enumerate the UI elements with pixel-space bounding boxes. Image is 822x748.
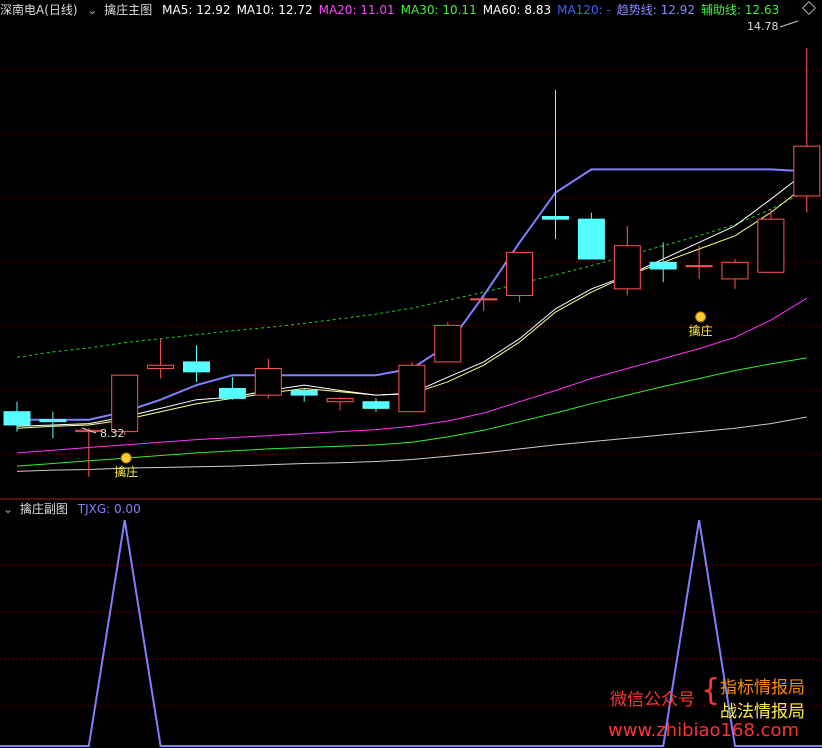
watermark-line2: 战法情报局 [720,702,805,722]
ma-legend-item: MA20: 11.01 [318,3,395,17]
ma-legend-item: MA60: 8.83 [482,3,552,17]
candle-body [3,411,31,426]
ma-legend-item: MA30: 10.11 [400,3,477,17]
candle-body [542,216,569,220]
main-collapse-icon[interactable]: ⌄ [87,3,97,17]
high-price-label: 14.78 [747,20,779,33]
ma-legend: MA5: 12.92 MA10: 12.72 MA20: 11.01 MA30: 10… [162,3,785,17]
chart-canvas[interactable]: 擒庄擒庄 14.78 8.32 [0,0,822,748]
candle-body [39,419,67,423]
tjxg-value: TJXG: 0.00 [77,502,141,516]
candle-body [254,368,282,396]
candle-body [326,397,354,403]
signal-label: 擒庄 [689,323,713,338]
candle-body [613,245,641,290]
candle-body [577,218,605,260]
ma-legend-item: MA120: - [557,3,611,17]
watermark-line1: 指标情报局 [720,678,805,698]
ma-legend-item: 辅助线: 12.63 [701,3,780,17]
sub-indicator-name[interactable]: 擒庄副图 [20,502,68,516]
watermark-url: www.zhibiao168.com [608,720,800,741]
candle-body [470,298,498,301]
sub-collapse-icon[interactable]: ⌄ [3,502,13,516]
candle-body [183,361,210,373]
low-price-label: 8.32 [100,427,125,440]
ma-legend-item: MA10: 12.72 [236,3,313,17]
candle-body [290,389,318,396]
candle-body [362,401,390,409]
candle-body [685,265,713,268]
main-indicator-name[interactable]: 擒庄主图 [104,3,152,17]
candle-body [147,364,175,370]
sub-header: ⌄ 擒庄副图 TJXG: 0.00 [0,499,822,519]
ma-legend-item: MA5: 12.92 [162,3,231,17]
watermark-brace: { [701,673,721,708]
candle-body [434,324,462,363]
candle-body [721,261,749,280]
candle-body [398,364,426,413]
candle-body [506,251,534,297]
candle-body [111,374,139,433]
candle-body [649,261,677,270]
main-header: 深南电A(日线) ⌄ 擒庄主图 MA5: 12.92 MA10: 12.72 MA2… [0,0,822,20]
ma-legend-item: 趋势线: 12.92 [616,3,695,17]
signal-label: 擒庄 [114,464,138,479]
money-bag-icon [120,452,132,464]
stock-name: 深南电A(日线) [0,3,78,17]
candle-body [793,145,821,197]
watermark-left: 微信公众号 [610,690,695,710]
candle-body [757,218,785,273]
candle-body [218,387,246,399]
money-bag-icon [695,311,707,323]
